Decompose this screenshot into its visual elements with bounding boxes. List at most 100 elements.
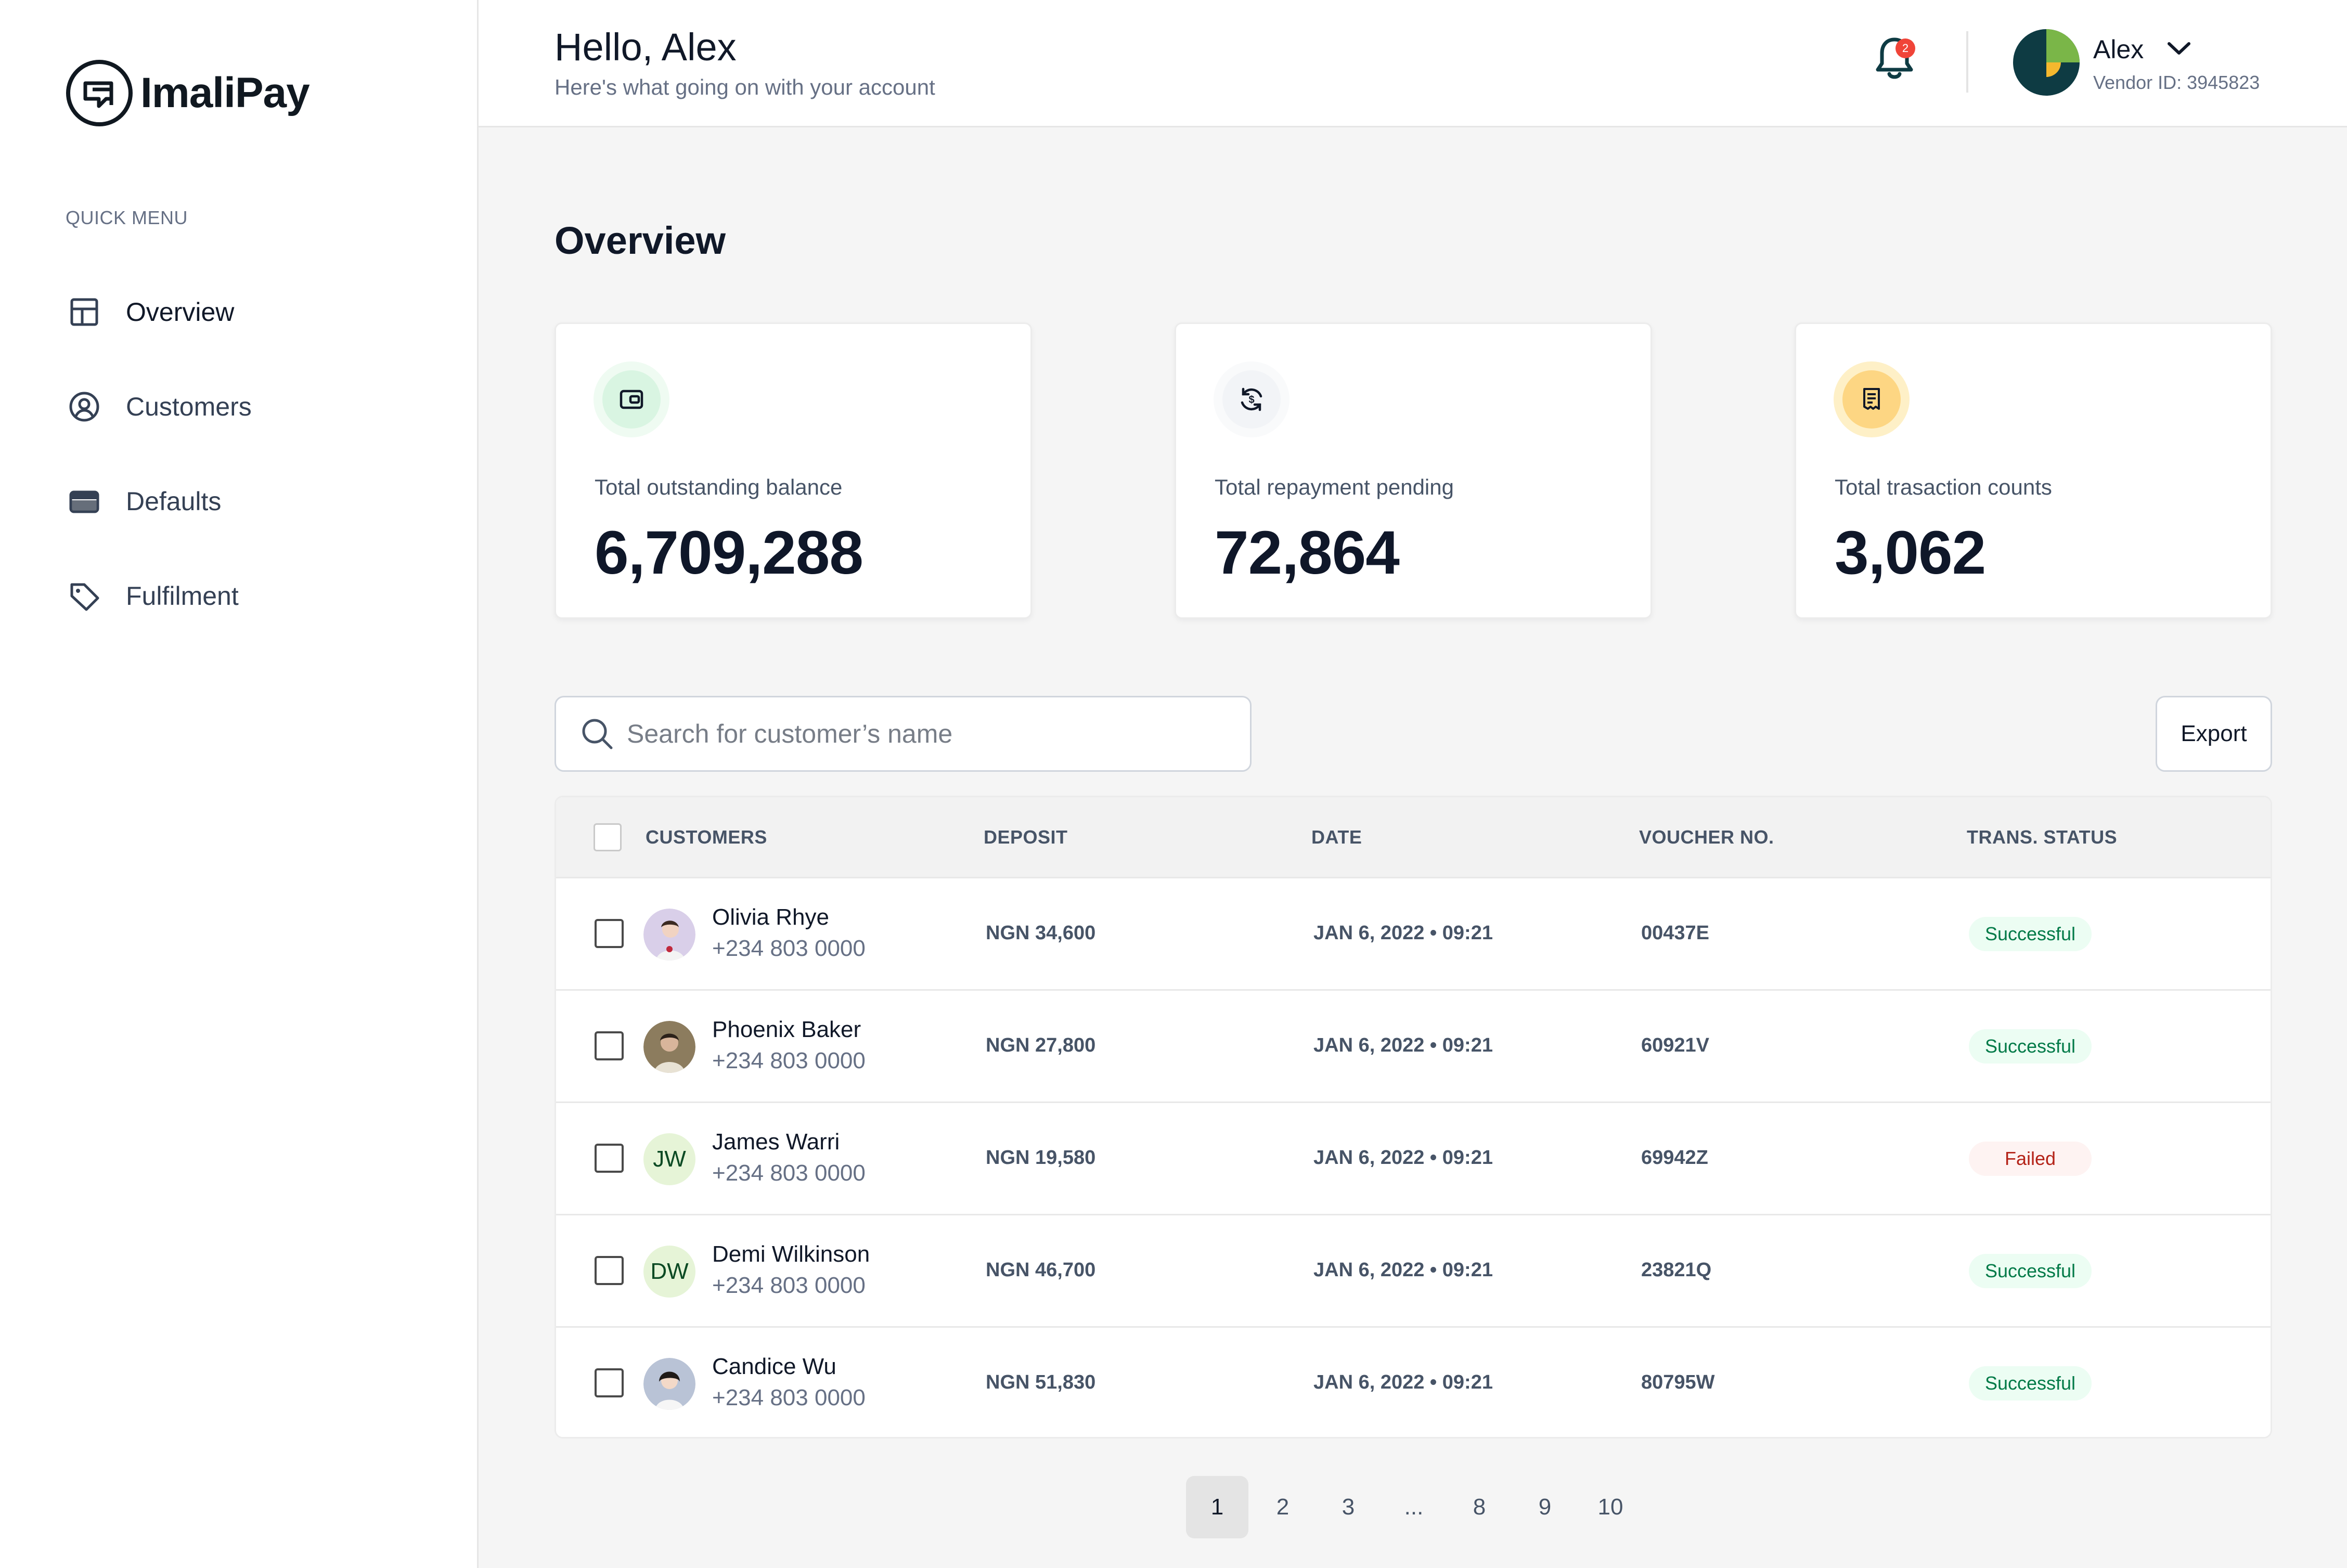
search-box[interactable] — [554, 696, 1252, 772]
sidebar-item-label: Customers — [126, 392, 252, 421]
table-row[interactable]: Olivia Rhye +234 803 0000 NGN 34,600 JAN… — [556, 878, 2271, 991]
page-button-9[interactable]: 9 — [1514, 1476, 1576, 1538]
top-header: Hello, Alex Here's what going on with yo… — [479, 0, 2347, 127]
customer-name: Phoenix Baker — [712, 1017, 861, 1042]
notification-count-badge: 2 — [1895, 38, 1915, 58]
status-badge: Successful — [1969, 1254, 2092, 1288]
sidebar-item-label: Defaults — [126, 487, 222, 516]
deposit-cell: NGN 51,830 — [986, 1371, 1096, 1393]
page-ellipsis: ... — [1404, 1494, 1424, 1520]
voucher-cell: 00437E — [1641, 922, 1710, 944]
row-checkbox[interactable] — [595, 1031, 624, 1060]
stat-icon-ring — [594, 361, 669, 437]
sidebar-item-customers[interactable]: Customers — [66, 375, 252, 438]
stat-card-transactions: Total trasaction counts 3,062 — [1795, 322, 2272, 619]
voucher-cell: 80795W — [1641, 1371, 1715, 1393]
avatar-initials: DW — [643, 1246, 695, 1298]
voucher-cell: 60921V — [1641, 1034, 1710, 1056]
stat-icon-ring: $ — [1214, 361, 1289, 437]
brand-logo[interactable]: ImaliPay — [65, 58, 310, 128]
customer-name: James Warri — [712, 1129, 840, 1155]
deposit-cell: NGN 27,800 — [986, 1034, 1096, 1056]
stat-value: 72,864 — [1215, 519, 1400, 587]
sidebar-item-label: Overview — [126, 297, 235, 327]
chevron-down-icon[interactable] — [2164, 37, 2194, 60]
status-badge: Failed — [1969, 1142, 2092, 1176]
date-cell: JAN 6, 2022 • 09:21 — [1313, 1034, 1493, 1056]
stat-label: Total repayment pending — [1215, 475, 1454, 499]
header-divider — [1966, 31, 1968, 93]
greeting: Hello, Alex — [554, 25, 737, 69]
tag-icon — [66, 577, 103, 615]
customer-phone: +234 803 0000 — [712, 1048, 866, 1073]
app-root: ImaliPay QUICK MENU Overview Customers D… — [0, 0, 2347, 1568]
customer-name: Olivia Rhye — [712, 904, 829, 930]
column-header-status[interactable]: TRANS. STATUS — [1967, 826, 2117, 848]
vendor-id: Vendor ID: 3945823 — [2093, 72, 2260, 93]
avatar — [643, 1021, 695, 1073]
row-checkbox[interactable] — [595, 919, 624, 948]
deposit-cell: NGN 46,700 — [986, 1259, 1096, 1281]
search-input[interactable] — [627, 719, 1199, 749]
customer-name: Demi Wilkinson — [712, 1241, 870, 1267]
stat-card-outstanding: Total outstanding balance 6,709,288 — [554, 322, 1032, 619]
user-avatar[interactable] — [2013, 29, 2080, 96]
page-button-8[interactable]: 8 — [1448, 1476, 1511, 1538]
customer-name: Candice Wu — [712, 1354, 836, 1379]
avatar — [643, 1358, 695, 1410]
quick-menu-label: QUICK MENU — [66, 207, 188, 228]
wallet-icon — [602, 370, 661, 429]
row-checkbox[interactable] — [595, 1368, 624, 1397]
notifications-button[interactable]: 2 — [1873, 32, 1935, 95]
page-button-1[interactable]: 1 — [1186, 1476, 1248, 1538]
customer-phone: +234 803 0000 — [712, 1273, 866, 1298]
sidebar-item-fulfilment[interactable]: Fulfilment — [66, 565, 252, 627]
stat-icon-ring — [1834, 361, 1910, 437]
avatar-initials: JW — [643, 1133, 695, 1185]
date-cell: JAN 6, 2022 • 09:21 — [1313, 1259, 1493, 1281]
customer-phone: +234 803 0000 — [712, 1160, 866, 1186]
brand-name: ImaliPay — [140, 69, 310, 116]
page-button-2[interactable]: 2 — [1252, 1476, 1314, 1538]
pagination: 1 2 3 ... 8 9 10 — [0, 1476, 2347, 1538]
table-row[interactable]: DW Demi Wilkinson +234 803 0000 NGN 46,7… — [556, 1215, 2271, 1328]
stat-card-repayment: $ Total repayment pending 72,864 — [1175, 322, 1652, 619]
stat-label: Total outstanding balance — [595, 475, 843, 499]
page-title: Overview — [554, 219, 726, 262]
page-button-3[interactable]: 3 — [1317, 1476, 1379, 1538]
wallet-card-icon — [66, 483, 103, 520]
select-all-checkbox[interactable] — [594, 823, 622, 851]
column-header-customers[interactable]: CUSTOMERS — [646, 826, 767, 848]
table-row[interactable]: Phoenix Baker +234 803 0000 NGN 27,800 J… — [556, 991, 2271, 1103]
user-name[interactable]: Alex — [2093, 34, 2144, 64]
row-checkbox[interactable] — [595, 1256, 624, 1285]
column-header-date[interactable]: DATE — [1311, 826, 1362, 848]
export-button[interactable]: Export — [2156, 696, 2272, 772]
voucher-cell: 23821Q — [1641, 1259, 1712, 1281]
stat-label: Total trasaction counts — [1835, 475, 2052, 499]
sidebar-item-label: Fulfilment — [126, 581, 239, 611]
sidebar-item-defaults[interactable]: Defaults — [66, 470, 252, 533]
stat-value: 6,709,288 — [595, 519, 863, 587]
layout-icon — [66, 293, 103, 331]
page-button-10[interactable]: 10 — [1579, 1476, 1642, 1538]
stat-value: 3,062 — [1835, 519, 1986, 587]
greeting-subtitle: Here's what going on with your account — [554, 75, 935, 99]
table-header: CUSTOMERS DEPOSIT DATE VOUCHER NO. TRANS… — [556, 797, 2271, 878]
date-cell: JAN 6, 2022 • 09:21 — [1313, 922, 1493, 944]
brand-logo-icon — [66, 60, 133, 126]
sidebar-item-overview[interactable]: Overview — [66, 281, 252, 343]
column-header-deposit[interactable]: DEPOSIT — [984, 826, 1068, 848]
user-circle-icon — [66, 388, 103, 425]
table-row[interactable]: JW James Warri +234 803 0000 NGN 19,580 … — [556, 1103, 2271, 1215]
status-badge: Successful — [1969, 1366, 2092, 1401]
avatar — [643, 909, 695, 961]
deposit-cell: NGN 19,580 — [986, 1147, 1096, 1169]
customers-table: CUSTOMERS DEPOSIT DATE VOUCHER NO. TRANS… — [554, 796, 2272, 1439]
status-badge: Successful — [1969, 1029, 2092, 1064]
search-icon — [582, 719, 613, 749]
column-header-voucher[interactable]: VOUCHER NO. — [1639, 826, 1774, 848]
table-row[interactable]: Candice Wu +234 803 0000 NGN 51,830 JAN … — [556, 1328, 2271, 1437]
row-checkbox[interactable] — [595, 1144, 624, 1173]
customer-phone: +234 803 0000 — [712, 1385, 866, 1410]
